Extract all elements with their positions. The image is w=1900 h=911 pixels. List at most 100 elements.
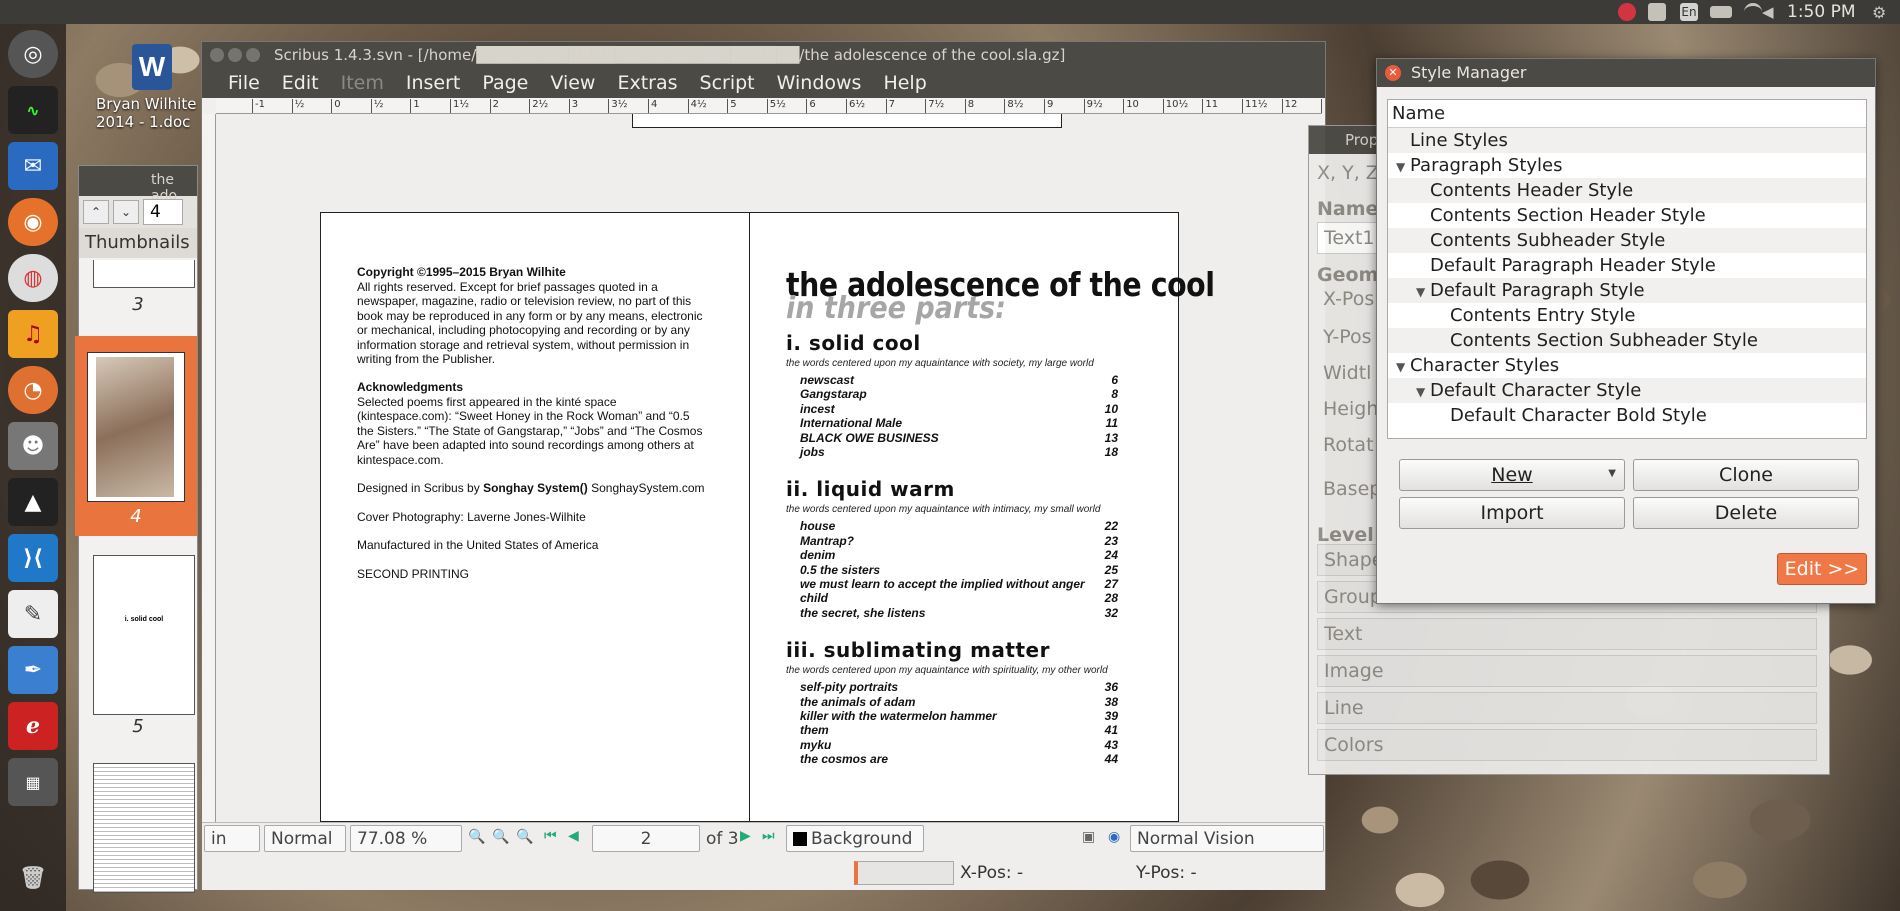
menu-item[interactable]: Item (341, 72, 384, 94)
page-select[interactable]: 2 (592, 825, 700, 852)
edit-button[interactable]: Edit >> (1777, 553, 1867, 585)
chrome-icon[interactable]: ◍ (8, 254, 58, 302)
zoom-out-icon[interactable]: 🔍 (468, 829, 486, 847)
last-page-icon[interactable]: ⏭ (762, 828, 780, 846)
vertical-ruler[interactable] (202, 114, 216, 844)
gimp-icon[interactable]: ☻ (8, 422, 58, 470)
menu-help[interactable]: Help (883, 72, 926, 94)
ruler-tick-label: ½ (370, 99, 384, 113)
ruler-tick-label: 12½ (1321, 99, 1322, 113)
left-page[interactable]: Copyright ©1995–2015 Bryan Wilhite All r… (320, 212, 750, 822)
minimize-window-icon[interactable] (228, 48, 242, 62)
layer-select[interactable]: Background (786, 825, 924, 852)
page-number-input[interactable]: 4 (143, 199, 183, 225)
menu-script[interactable]: Script (700, 72, 755, 94)
audacity-icon[interactable]: ♫ (8, 310, 58, 358)
power-icon[interactable]: ⚙ (1872, 3, 1890, 22)
import-style-button[interactable]: Import (1399, 497, 1625, 529)
thumbnail-selected[interactable]: 4 (75, 336, 197, 536)
unit-select[interactable]: in (204, 825, 260, 852)
zoom-input[interactable]: 77.08 % (350, 825, 462, 852)
document-canvas[interactable]: Copyright ©1995–2015 Bryan Wilhite All r… (216, 114, 1322, 844)
thunderbird-icon[interactable]: ✉ (8, 142, 58, 190)
close-window-icon[interactable] (210, 48, 224, 62)
wifi-icon[interactable] (1744, 3, 1762, 21)
trash-icon[interactable]: 🗑 (8, 854, 58, 902)
display-settings-icon[interactable]: ▣ (1082, 829, 1100, 847)
blender-icon[interactable]: ◔ (8, 366, 58, 414)
style-tree-row[interactable]: ▼ Paragraph Styles (1388, 153, 1866, 178)
clone-style-button[interactable]: Clone (1633, 459, 1859, 491)
style-tree-row[interactable]: ▼ Default Paragraph Style (1388, 278, 1866, 303)
menu-windows[interactable]: Windows (777, 72, 862, 94)
chrome-indicator-icon[interactable] (1618, 3, 1636, 21)
maximize-window-icon[interactable] (246, 48, 260, 62)
inkscape-icon[interactable]: ▲ (8, 478, 58, 526)
menu-extras[interactable]: Extras (617, 72, 677, 94)
visual-mode-icon[interactable]: ◉ (1108, 829, 1126, 847)
right-page[interactable]: the adolescence of the cool in three par… (749, 212, 1215, 822)
first-page-icon[interactable]: ⏮ (544, 828, 562, 846)
style-tree-row[interactable]: Default Paragraph Header Style (1388, 253, 1866, 278)
menu-view[interactable]: View (550, 72, 595, 94)
thumbnail-page-3[interactable] (93, 260, 195, 288)
thumbnail-page-5[interactable]: i. solid cool (93, 555, 195, 715)
acknowledgment-line: the Sisters.” “The State of Gangstarap,”… (357, 423, 703, 438)
next-page-icon[interactable]: ▶ (740, 828, 758, 846)
keyboard-layout-indicator[interactable]: En (1680, 3, 1698, 21)
style-tree-row[interactable]: Contents Section Header Style (1388, 203, 1866, 228)
toc-entry-page: 41 (1104, 723, 1118, 738)
menu-file[interactable]: File (228, 72, 260, 94)
style-tree-row[interactable]: ▼ Default Character Style (1388, 378, 1866, 403)
page-down-button[interactable]: ⌄ (113, 200, 139, 224)
preview-mode-select[interactable]: Normal (264, 825, 346, 852)
expand-arrow-icon[interactable]: ▼ (1416, 285, 1430, 299)
style-tree-row[interactable]: Contents Header Style (1388, 178, 1866, 203)
tab-image[interactable]: Image (1317, 655, 1817, 687)
xpos-label: X-Pos (1323, 288, 1375, 310)
vscode-icon[interactable]: ⟩⟨ (8, 534, 58, 582)
menu-insert[interactable]: Insert (406, 72, 461, 94)
expand-arrow-icon[interactable]: ▼ (1416, 385, 1430, 399)
name-input[interactable]: Text1 (1317, 222, 1377, 254)
scribus-icon[interactable]: ✒ (8, 646, 58, 694)
cover-photo-thumbnail (96, 357, 174, 497)
tab-text[interactable]: Text (1317, 618, 1817, 650)
page-up-button[interactable]: ⌃ (83, 200, 109, 224)
xyz-tab[interactable]: X, Y, Z (1317, 162, 1379, 184)
battery-icon[interactable] (1710, 6, 1732, 18)
style-tree-row[interactable]: Line Styles (1388, 128, 1866, 153)
expand-arrow-icon[interactable]: ▼ (1396, 160, 1410, 174)
desktop-file-label[interactable]: Bryan Wilhite 2014 - 1.doc (96, 95, 206, 131)
style-tree-row[interactable]: ▼ Character Styles (1388, 353, 1866, 378)
zoom-in-icon[interactable]: 🔍 (516, 829, 534, 847)
zoom-100-icon[interactable]: 🔍 (492, 829, 510, 847)
horizontal-ruler[interactable]: -1 ½ 0 ½ 1 1½ 2 2½ 3 3½ 4 4½ 5 5½ 6 6½ 7 7½ 8 8½ 9 9½ 10 10½ 11 1… (216, 98, 1322, 114)
tab-line[interactable]: Line (1317, 692, 1817, 724)
style-tree-header[interactable]: Name (1388, 100, 1866, 128)
new-style-button[interactable]: New ▼ (1399, 459, 1625, 491)
evince-icon[interactable]: ℯ (8, 702, 58, 750)
volume-icon[interactable]: ◀ (1762, 3, 1780, 21)
thumbnail-page-6[interactable] (93, 763, 195, 893)
style-tree-row[interactable]: Contents Section Subheader Style (1388, 328, 1866, 353)
text-editor-icon[interactable]: ✎ (8, 590, 58, 638)
firefox-icon[interactable]: ◉ (8, 198, 58, 246)
clock[interactable]: 1:50 PM (1787, 2, 1856, 22)
previous-page-icon[interactable]: ◀ (568, 828, 586, 846)
style-tree-row[interactable]: Default Character Bold Style (1388, 403, 1866, 428)
workspace-switcher-icon[interactable]: ▦ (8, 758, 58, 806)
style-tree-row[interactable]: Contents Subheader Style (1388, 228, 1866, 253)
printer-icon[interactable] (1648, 3, 1666, 21)
style-tree-row[interactable]: Contents Entry Style (1388, 303, 1866, 328)
vision-select[interactable]: Normal Vision (1130, 825, 1324, 852)
close-icon[interactable]: ✕ (1385, 65, 1401, 81)
word-document-icon[interactable]: W (132, 44, 172, 90)
expand-arrow-icon[interactable]: ▼ (1396, 360, 1410, 374)
menu-page[interactable]: Page (482, 72, 528, 94)
system-monitor-icon[interactable]: ∿ (8, 86, 58, 134)
ubuntu-dash-icon[interactable]: ◎ (8, 30, 58, 78)
delete-style-button[interactable]: Delete (1633, 497, 1859, 529)
menu-edit[interactable]: Edit (282, 72, 319, 94)
tab-colors[interactable]: Colors (1317, 729, 1817, 761)
